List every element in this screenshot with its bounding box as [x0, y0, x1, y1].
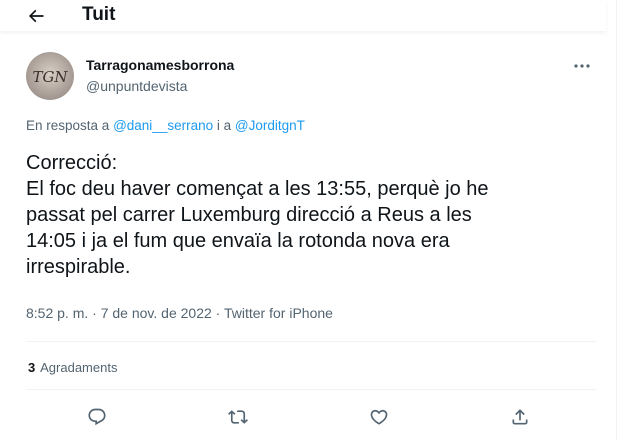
- tweet-text-line: passat pel carrer Luxemburg direcció a R…: [26, 204, 472, 226]
- tweet-date[interactable]: 7 de nov. de 2022: [101, 305, 212, 321]
- page-title: Tuit: [82, 4, 116, 25]
- heart-icon: [370, 409, 388, 425]
- reply-context: En resposta a @dani__serrano i a @Jordit…: [26, 118, 305, 133]
- more-dots-icon: [574, 64, 590, 68]
- arrow-left-icon: [28, 9, 44, 23]
- more-options-button[interactable]: [570, 56, 594, 76]
- author-handle[interactable]: @unpuntdevista: [86, 78, 187, 94]
- avatar-logo-text: TGN: [32, 68, 68, 86]
- avatar-image: TGN: [26, 52, 74, 100]
- avatar[interactable]: TGN: [26, 52, 74, 100]
- reply-icon: [88, 408, 106, 426]
- mention-link[interactable]: @dani__serrano: [113, 118, 213, 133]
- reply-button[interactable]: [84, 404, 110, 430]
- retweet-button[interactable]: [225, 404, 251, 430]
- tweet-time[interactable]: 8:52 p. m.: [26, 305, 88, 321]
- likes-summary[interactable]: 3 Agradaments: [28, 360, 117, 375]
- tweet-text-line: El foc deu haver començat a les 13:55, p…: [26, 178, 489, 200]
- share-icon: [512, 409, 528, 425]
- like-button[interactable]: [366, 404, 392, 430]
- tweet-text-line: Correcció:: [26, 152, 118, 174]
- tweet-metadata: 8:52 p. m. · 7 de nov. de 2022 · Twitter…: [26, 305, 333, 321]
- share-button[interactable]: [507, 404, 533, 430]
- back-button[interactable]: [22, 2, 50, 30]
- reply-prefix: En resposta a: [26, 118, 110, 133]
- retweet-icon: [228, 410, 248, 424]
- tweet-source[interactable]: Twitter for iPhone: [224, 305, 333, 321]
- divider: [26, 341, 596, 342]
- meta-separator: ·: [215, 305, 221, 321]
- divider: [26, 389, 596, 390]
- tweet-text-line: 14:05 i ja el fum que envaïa la rotonda …: [26, 230, 450, 252]
- likes-label: Agradaments: [40, 360, 118, 375]
- reply-joiner: i a: [216, 118, 232, 133]
- header-bar: Tuit: [0, 0, 606, 31]
- tweet-detail-page: Tuit TGN Tarragonamesborrona @unpuntdevi…: [0, 0, 617, 440]
- tweet-text-line: irrespirable.: [26, 256, 131, 278]
- author-name[interactable]: Tarragonamesborrona: [86, 57, 234, 73]
- likes-count: 3: [28, 360, 36, 375]
- tweet-text: Correcció: El foc deu haver començat a l…: [26, 150, 586, 280]
- mention-link[interactable]: @JorditgnT: [235, 118, 305, 133]
- meta-separator: ·: [92, 305, 97, 321]
